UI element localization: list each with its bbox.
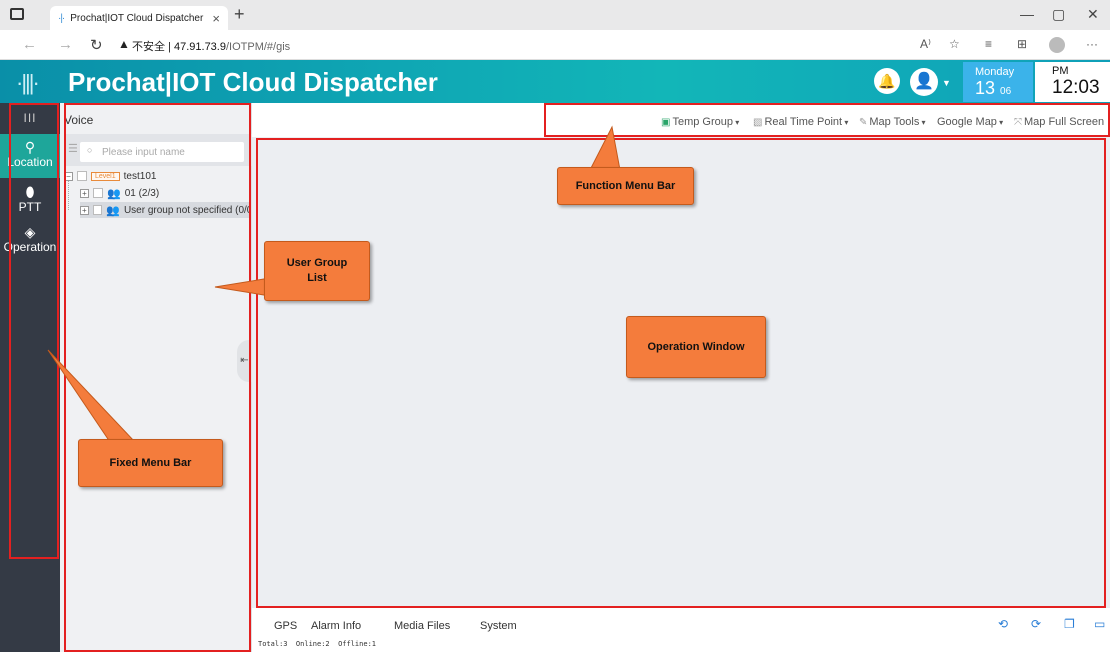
url-path: /IOTPM/#/gis bbox=[225, 41, 291, 53]
app-logo-icon: ·|||· bbox=[16, 70, 40, 95]
tree-item-label: User group not specified (0/0) bbox=[123, 204, 249, 216]
forward-icon[interactable]: → bbox=[58, 36, 73, 53]
warning-icon[interactable]: ▲ bbox=[118, 37, 130, 51]
more-options-icon[interactable]: ··· bbox=[1086, 37, 1098, 51]
microphone-icon: ⬮ bbox=[25, 184, 35, 200]
function-menu-label: Real Time Point bbox=[764, 116, 843, 128]
google-map-menu[interactable]: Google Map ▾ bbox=[937, 116, 1003, 128]
weekday-label: Monday bbox=[975, 66, 1015, 78]
panel-header: Voice bbox=[64, 113, 94, 127]
function-menu-label: Map Tools bbox=[869, 116, 920, 128]
map-tools-icon: ✎ bbox=[859, 117, 868, 128]
menu-item-operation[interactable]: ◈ Operation bbox=[0, 222, 60, 260]
user-menu-caret-icon[interactable]: ▼ bbox=[942, 78, 951, 88]
bottom-tab-bar bbox=[252, 614, 1110, 638]
menu-item-label: Location bbox=[7, 155, 53, 169]
menu-item-ptt[interactable]: ⬮ PTT bbox=[0, 182, 60, 220]
status-summary: Total:3 Online:2 Offline:1 bbox=[258, 640, 377, 648]
location-pin-icon: ⚲ bbox=[24, 139, 36, 155]
panel-collapse-icon[interactable]: ⇤ bbox=[237, 340, 252, 382]
menu-toggle-button[interactable]: III bbox=[0, 111, 60, 125]
browser-tab[interactable]: ·|· Prochat|IOT Cloud Dispatcher × bbox=[50, 6, 228, 30]
function-menu-label: Temp Group bbox=[672, 116, 733, 128]
month-label: 06 bbox=[1000, 86, 1012, 97]
map-full-screen-button[interactable]: ⤧ Map Full Screen bbox=[1014, 116, 1104, 128]
fullscreen-icon: ⤧ bbox=[1014, 117, 1022, 128]
tab-gps[interactable]: GPS bbox=[274, 620, 297, 632]
temp-group-icon: ▣ bbox=[661, 117, 671, 128]
lock-location-icon[interactable]: ⟲ bbox=[998, 617, 1008, 631]
read-aloud-icon[interactable]: A⁾ bbox=[920, 37, 931, 51]
alarm-icon[interactable]: 🔔 bbox=[874, 68, 900, 94]
temp-group-menu[interactable]: ▣ Temp Group ▾ bbox=[661, 116, 739, 128]
tab-media-files[interactable]: Media Files bbox=[394, 620, 450, 632]
restore-panel-icon[interactable]: ❐ bbox=[1064, 617, 1075, 631]
callout-user-group-list: User Group List bbox=[264, 241, 370, 301]
new-tab-button[interactable]: + bbox=[234, 4, 245, 25]
list-view-icon[interactable]: ☰ bbox=[68, 142, 78, 155]
tree-item-root[interactable]: − Level1 test101 bbox=[64, 168, 156, 184]
url-field[interactable]: 不安全 | 47.91.73.9/IOTPM/#/gis bbox=[132, 38, 290, 54]
favicon-icon: ·|· bbox=[58, 12, 65, 24]
profile-avatar-icon[interactable] bbox=[1049, 37, 1065, 53]
date-display: Monday 13 06 bbox=[963, 62, 1033, 102]
clock-label: 12:03 bbox=[1052, 77, 1100, 98]
level-badge: Level1 bbox=[91, 171, 120, 181]
menu-item-label: PTT bbox=[18, 200, 42, 214]
menu-item-location[interactable]: ⚲ Location bbox=[0, 134, 60, 178]
app-title: Prochat|IOT Cloud Dispatcher bbox=[68, 67, 438, 97]
tab-close-icon[interactable]: × bbox=[212, 11, 220, 26]
real-time-point-menu[interactable]: ▧ Real Time Point ▾ bbox=[753, 116, 848, 128]
time-display: PM 12:03 bbox=[1035, 62, 1110, 102]
tree-item-label: 01 (2/3) bbox=[124, 187, 160, 199]
tab-alarm-info[interactable]: Alarm Info bbox=[311, 620, 361, 632]
url-host: 47.91.73.9 bbox=[173, 41, 226, 53]
real-time-point-icon: ▧ bbox=[753, 117, 763, 128]
user-avatar-icon[interactable]: 👤 bbox=[910, 68, 938, 96]
user-group-icon: 👥 bbox=[107, 187, 121, 200]
function-menu-label: Map Full Screen bbox=[1024, 116, 1105, 128]
reload-icon[interactable]: ↻ bbox=[90, 36, 103, 54]
callout-operation-window: Operation Window bbox=[626, 316, 766, 378]
tree-item-group[interactable]: + 👥 01 (2/3) bbox=[80, 185, 159, 201]
maximize-panel-icon[interactable]: ▭ bbox=[1094, 617, 1105, 631]
callout-fixed-menu-bar: Fixed Menu Bar bbox=[78, 439, 223, 487]
tree-connector bbox=[68, 180, 69, 210]
tree-checkbox[interactable] bbox=[93, 188, 103, 198]
tree-item-group[interactable]: + 👥 User group not specified (0/0) bbox=[80, 202, 249, 218]
search-icon: ○ bbox=[87, 145, 93, 155]
minimize-button[interactable]: — bbox=[1020, 6, 1034, 22]
expand-icon[interactable]: + bbox=[80, 205, 89, 215]
tab-system[interactable]: System bbox=[480, 620, 517, 632]
tree-checkbox[interactable] bbox=[92, 205, 103, 215]
favorites-list-icon[interactable]: ≡ bbox=[985, 37, 992, 51]
search-input[interactable] bbox=[80, 142, 244, 162]
user-group-icon: 👥 bbox=[106, 204, 120, 217]
tab-title: Prochat|IOT Cloud Dispatcher bbox=[70, 12, 204, 24]
callout-function-menu-bar: Function Menu Bar bbox=[557, 167, 694, 205]
collections-icon[interactable]: ⊞ bbox=[1017, 37, 1027, 51]
restore-button[interactable]: ▢ bbox=[1052, 6, 1065, 23]
function-menu-label: Google Map bbox=[937, 116, 997, 128]
tree-checkbox[interactable] bbox=[77, 171, 87, 181]
day-label: 13 bbox=[975, 78, 996, 98]
security-label: 不安全 bbox=[132, 41, 165, 53]
close-window-button[interactable]: ✕ bbox=[1087, 6, 1099, 23]
expand-icon[interactable]: + bbox=[80, 188, 89, 198]
back-icon[interactable]: ← bbox=[22, 36, 37, 53]
collapse-icon[interactable]: − bbox=[64, 171, 73, 181]
layers-icon: ◈ bbox=[24, 224, 36, 240]
favorite-icon[interactable]: ☆ bbox=[949, 37, 960, 51]
map-tools-menu[interactable]: ✎ Map Tools ▾ bbox=[859, 116, 926, 128]
unlock-location-icon[interactable]: ⟳ bbox=[1031, 617, 1041, 631]
tree-item-label: test101 bbox=[123, 170, 157, 182]
menu-item-label: Operation bbox=[3, 240, 57, 254]
ampm-label: PM bbox=[1052, 65, 1069, 77]
sidebar-toggle-icon[interactable] bbox=[10, 8, 24, 20]
